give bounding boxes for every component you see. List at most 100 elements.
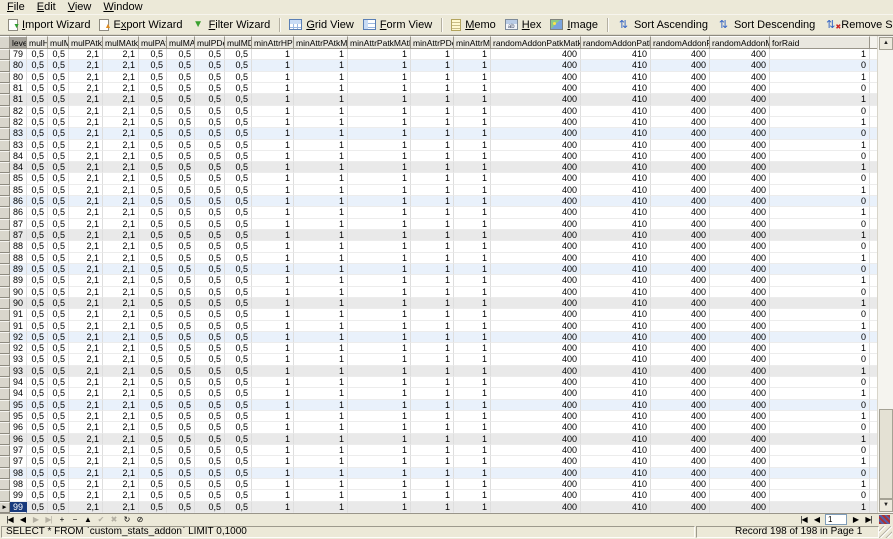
cell-level[interactable]: 92 — [10, 332, 27, 343]
cell-randomAddonPatkMAtk[interactable]: 410 — [581, 321, 651, 332]
cell-mulPAtk[interactable]: 0,5 — [139, 106, 167, 117]
cell-mulPAtkSpd[interactable]: 2,1 — [69, 434, 103, 445]
filter-wizard-button[interactable]: Filter Wizard — [188, 18, 275, 32]
cell-mulHP[interactable]: 0,5 — [27, 309, 48, 320]
cell-mulPAtkSpd[interactable]: 2,1 — [69, 162, 103, 173]
cell-mulMAtkSpd[interactable]: 2,1 — [103, 422, 139, 433]
cell-randomAddonMdef[interactable]: 400 — [710, 117, 770, 128]
cell-forRaid[interactable]: 0 — [770, 264, 870, 275]
cell-randomAddonPatkMatkSpd[interactable]: 400 — [491, 60, 581, 71]
cell-randomAddonPdef[interactable]: 400 — [651, 207, 710, 218]
cell-level[interactable]: 94 — [10, 388, 27, 399]
cell-randomAddonMdef[interactable]: 400 — [710, 230, 770, 241]
cell-randomAddonPatkMatkSpd[interactable]: 400 — [491, 490, 581, 501]
cell-randomAddonMdef[interactable]: 400 — [710, 411, 770, 422]
cell-mulPDef[interactable]: 0,5 — [195, 230, 225, 241]
cell-mulMDef[interactable]: 0,5 — [225, 445, 252, 456]
cell-mulMAtkSpd[interactable]: 2,1 — [103, 117, 139, 128]
cell-forRaid[interactable]: 0 — [770, 173, 870, 184]
row-gutter-cell[interactable] — [0, 321, 10, 332]
cell-forRaid[interactable]: 1 — [770, 162, 870, 173]
cell-minAttrPatkMAtkSpd[interactable]: 1 — [348, 117, 411, 128]
cell-randomAddonMdef[interactable]: 400 — [710, 468, 770, 479]
cell-mulMAtkSpd[interactable]: 2,1 — [103, 434, 139, 445]
cell-mulMAtkSpd[interactable]: 2,1 — [103, 94, 139, 105]
cell-minAttrMDef[interactable]: 1 — [454, 241, 491, 252]
cell-mulHP[interactable]: 0,5 — [27, 140, 48, 151]
cell-randomAddonMdef[interactable]: 400 — [710, 354, 770, 365]
cell-minAttrPAtkMAtk[interactable]: 1 — [294, 162, 348, 173]
cell-mulMP[interactable]: 0,5 — [48, 173, 69, 184]
cell-mulMDef[interactable]: 0,5 — [225, 264, 252, 275]
page-setting-icon[interactable] — [879, 515, 890, 524]
cell-mulPAtkSpd[interactable]: 2,1 — [69, 490, 103, 501]
cell-mulMDef[interactable]: 0,5 — [225, 287, 252, 298]
cell-randomAddonPatkMAtk[interactable]: 410 — [581, 117, 651, 128]
cell-minAttrMDef[interactable]: 1 — [454, 490, 491, 501]
cell-minAttrHPMP[interactable]: 1 — [252, 411, 294, 422]
cell-minAttrMDef[interactable]: 1 — [454, 106, 491, 117]
cell-mulMAtk[interactable]: 0,5 — [167, 321, 195, 332]
cell-mulMAtk[interactable]: 0,5 — [167, 377, 195, 388]
cell-mulMAtk[interactable]: 0,5 — [167, 332, 195, 343]
cell-mulPAtkSpd[interactable]: 2,1 — [69, 332, 103, 343]
cell-mulHP[interactable]: 0,5 — [27, 411, 48, 422]
cell-forRaid[interactable]: 1 — [770, 366, 870, 377]
cell-minAttrPAtkMAtk[interactable]: 1 — [294, 388, 348, 399]
last-page-button[interactable]: ▶| — [862, 515, 875, 525]
cell-mulMDef[interactable]: 0,5 — [225, 253, 252, 264]
cell-minAttrPatkMAtkSpd[interactable]: 1 — [348, 253, 411, 264]
cell-forRaid[interactable]: 1 — [770, 388, 870, 399]
cell-mulPAtkSpd[interactable]: 2,1 — [69, 468, 103, 479]
cell-mulPAtkSpd[interactable]: 2,1 — [69, 377, 103, 388]
cell-forRaid[interactable]: 0 — [770, 128, 870, 139]
cell-mulPAtk[interactable]: 0,5 — [139, 422, 167, 433]
cell-mulMDef[interactable]: 0,5 — [225, 490, 252, 501]
cell-mulPDef[interactable]: 0,5 — [195, 128, 225, 139]
cell-minAttrHPMP[interactable]: 1 — [252, 400, 294, 411]
cell-minAttrPAtkMAtk[interactable]: 1 — [294, 479, 348, 490]
row-gutter-cell[interactable] — [0, 162, 10, 173]
cell-randomAddonPatkMatkSpd[interactable]: 400 — [491, 140, 581, 151]
cell-mulPDef[interactable]: 0,5 — [195, 445, 225, 456]
cell-mulMP[interactable]: 0,5 — [48, 366, 69, 377]
cell-minAttrPAtkMAtk[interactable]: 1 — [294, 173, 348, 184]
cell-level[interactable]: 94 — [10, 377, 27, 388]
cell-mulMAtk[interactable]: 0,5 — [167, 490, 195, 501]
cell-mulPAtkSpd[interactable]: 2,1 — [69, 219, 103, 230]
cell-mulMDef[interactable]: 0,5 — [225, 151, 252, 162]
cell-mulHP[interactable]: 0,5 — [27, 60, 48, 71]
cell-randomAddonMdef[interactable]: 400 — [710, 366, 770, 377]
cell-minAttrPatkMAtkSpd[interactable]: 1 — [348, 298, 411, 309]
cell-randomAddonMdef[interactable]: 400 — [710, 422, 770, 433]
cell-minAttrPAtkMAtk[interactable]: 1 — [294, 321, 348, 332]
cell-mulPAtk[interactable]: 0,5 — [139, 502, 167, 513]
cell-randomAddonPatkMatkSpd[interactable]: 400 — [491, 343, 581, 354]
cell-mulPDef[interactable]: 0,5 — [195, 264, 225, 275]
cell-minAttrMDef[interactable]: 1 — [454, 60, 491, 71]
row-gutter-cell[interactable] — [0, 230, 10, 241]
cell-forRaid[interactable]: 0 — [770, 490, 870, 501]
cell-mulHP[interactable]: 0,5 — [27, 185, 48, 196]
cell-level[interactable]: 99 — [10, 502, 27, 513]
cell-minAttrPDef[interactable]: 1 — [411, 321, 454, 332]
cell-mulMAtk[interactable]: 0,5 — [167, 83, 195, 94]
cell-minAttrPDef[interactable]: 1 — [411, 434, 454, 445]
cell-mulPAtk[interactable]: 0,5 — [139, 490, 167, 501]
cell-mulPDef[interactable]: 0,5 — [195, 468, 225, 479]
cell-mulMP[interactable]: 0,5 — [48, 72, 69, 83]
cell-minAttrPDef[interactable]: 1 — [411, 309, 454, 320]
cell-minAttrPatkMAtkSpd[interactable]: 1 — [348, 140, 411, 151]
cell-minAttrHPMP[interactable]: 1 — [252, 275, 294, 286]
cell-minAttrPatkMAtkSpd[interactable]: 1 — [348, 490, 411, 501]
remove-sort-button[interactable]: Remove Sort — [820, 18, 893, 32]
cell-minAttrPatkMAtkSpd[interactable]: 1 — [348, 185, 411, 196]
cell-forRaid[interactable]: 1 — [770, 502, 870, 513]
cell-mulMAtk[interactable]: 0,5 — [167, 162, 195, 173]
cell-mulMAtk[interactable]: 0,5 — [167, 219, 195, 230]
row-gutter-cell[interactable] — [0, 422, 10, 433]
cell-mulPAtk[interactable]: 0,5 — [139, 321, 167, 332]
cell-mulMDef[interactable]: 0,5 — [225, 207, 252, 218]
cell-mulHP[interactable]: 0,5 — [27, 241, 48, 252]
cell-randomAddonMdef[interactable]: 400 — [710, 72, 770, 83]
